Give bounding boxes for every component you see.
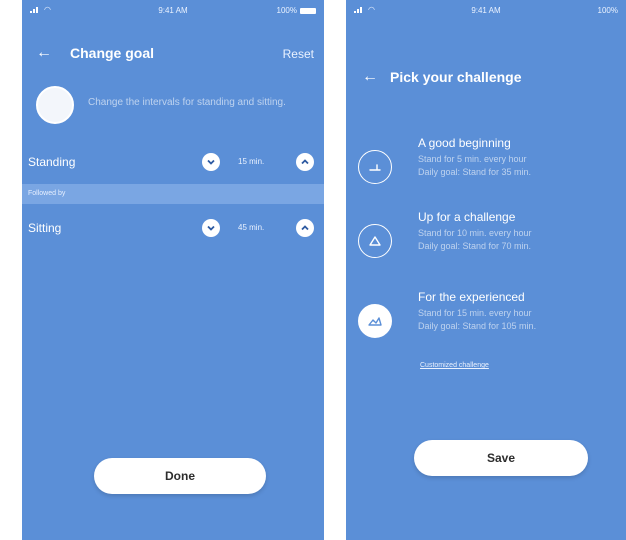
mountain-icon xyxy=(358,304,392,338)
challenge-title: A good beginning xyxy=(418,136,511,150)
chevron-up-icon xyxy=(301,159,309,165)
challenge-daily-goal: Daily goal: Stand for 105 min. xyxy=(418,321,537,331)
back-arrow-icon[interactable]: ← xyxy=(362,66,378,88)
status-bar: ◠ 9:41 AM 100% xyxy=(22,0,324,22)
standing-increase-button[interactable] xyxy=(296,153,314,171)
standing-value: 15 min. xyxy=(238,157,265,166)
standing-row: Standing 15 min. xyxy=(22,150,324,174)
header: ← Pick your challenge xyxy=(346,66,626,90)
sitting-increase-button[interactable] xyxy=(296,219,314,237)
challenge-frequency: Stand for 10 min. every hour xyxy=(418,228,532,238)
customized-challenge-link[interactable]: Customized challenge xyxy=(420,362,489,369)
change-goal-screen: ◠ 9:41 AM 100% ← Change goal Reset Chang… xyxy=(22,0,324,540)
challenge-option-experienced[interactable]: For the experienced Stand for 15 min. ev… xyxy=(346,290,626,350)
page-title: Change goal xyxy=(70,45,155,61)
battery-percent: 100% xyxy=(276,6,297,15)
challenge-daily-goal: Daily goal: Stand for 35 min. xyxy=(418,167,532,177)
battery-icon xyxy=(300,7,316,14)
sitting-label: Sitting xyxy=(28,221,62,235)
reset-button[interactable]: Reset xyxy=(283,47,314,61)
followed-by-label: Followed by xyxy=(28,190,66,197)
challenge-frequency: Stand for 15 min. every hour xyxy=(418,308,532,318)
challenge-title: Up for a challenge xyxy=(418,210,516,224)
status-bar: ◠ 9:41 AM 100% xyxy=(346,0,626,22)
slope-icon xyxy=(358,224,392,258)
chevron-down-icon xyxy=(207,225,215,231)
challenge-frequency: Stand for 5 min. every hour xyxy=(418,154,527,164)
followed-by-divider: Followed by xyxy=(22,184,324,204)
chevron-up-icon xyxy=(301,225,309,231)
standing-label: Standing xyxy=(28,155,76,169)
page-title: Pick your challenge xyxy=(390,69,522,85)
save-button[interactable]: Save xyxy=(414,440,588,476)
status-time: 9:41 AM xyxy=(471,6,501,15)
battery-percent: 100% xyxy=(597,6,618,15)
seat-icon xyxy=(358,150,392,184)
challenge-option-challenge[interactable]: Up for a challenge Stand for 10 min. eve… xyxy=(346,210,626,270)
goal-description: Change the intervals for standing and si… xyxy=(88,97,286,108)
standing-decrease-button[interactable] xyxy=(202,153,220,171)
pick-challenge-screen: ◠ 9:41 AM 100% ← Pick your challenge A g… xyxy=(346,0,626,540)
done-button[interactable]: Done xyxy=(94,458,266,494)
back-arrow-icon[interactable]: ← xyxy=(36,42,52,64)
challenge-option-beginning[interactable]: A good beginning Stand for 5 min. every … xyxy=(346,136,626,196)
challenge-title: For the experienced xyxy=(418,290,525,304)
sitting-row: Sitting 45 min. xyxy=(22,216,324,240)
goal-avatar xyxy=(36,86,74,124)
sitting-value: 45 min. xyxy=(238,223,265,232)
chevron-down-icon xyxy=(207,159,215,165)
sitting-decrease-button[interactable] xyxy=(202,219,220,237)
challenge-daily-goal: Daily goal: Stand for 70 min. xyxy=(418,241,532,251)
header: ← Change goal Reset xyxy=(22,42,324,66)
